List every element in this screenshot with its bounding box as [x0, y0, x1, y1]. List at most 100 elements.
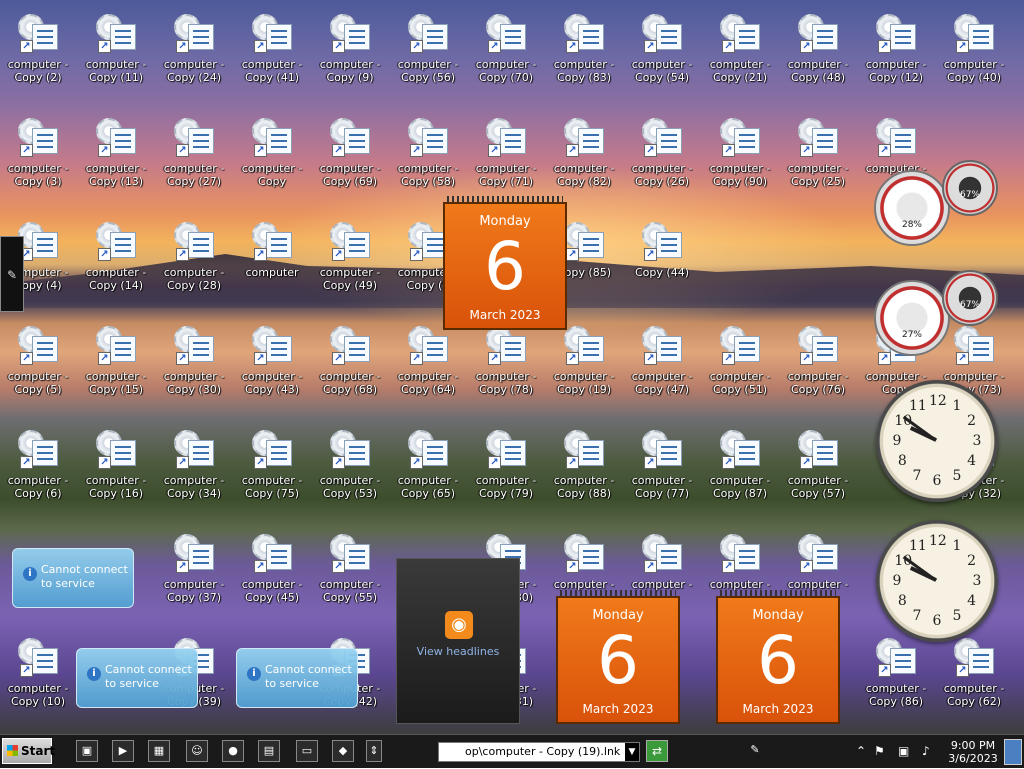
- desktop[interactable]: ↗ computer - Copy (2) ↗ computer - Copy (11…: [0, 0, 1024, 734]
- shortcut-label: computer - Copy (40): [943, 58, 1005, 84]
- desktop-shortcut[interactable]: ↗ computer - Copy (82): [546, 110, 622, 202]
- desktop-shortcut[interactable]: ↗ computer - Copy (28): [156, 214, 232, 306]
- desktop-shortcut[interactable]: ↗ computer - Copy (58): [390, 110, 466, 202]
- weather-gadget-error[interactable]: i Cannot connect to service: [236, 648, 358, 708]
- desktop-shortcut[interactable]: ↗ computer - Copy (65): [390, 422, 466, 514]
- desktop-shortcut[interactable]: ↗ computer - Copy (56): [390, 6, 466, 98]
- flag-icon[interactable]: ⚑: [874, 744, 885, 758]
- desktop-shortcut[interactable]: ↗ computer - Copy (76): [780, 318, 856, 410]
- calendar-month: March 2023: [742, 702, 814, 716]
- volume-icon[interactable]: ♪: [922, 744, 930, 758]
- cpu-meter-gadget[interactable]: 28% 67%: [874, 160, 998, 250]
- desktop-shortcut[interactable]: ↗ computer - Copy (53): [312, 422, 388, 514]
- shortcut-arrow-icon: ↗: [566, 352, 579, 365]
- network-icon[interactable]: ▣: [898, 744, 909, 758]
- calendar-gadget[interactable]: Monday 6 March 2023: [556, 590, 680, 724]
- desktop-shortcut[interactable]: ↗ computer - Copy (41): [234, 6, 310, 98]
- desktop-shortcut[interactable]: ↗ computer - Copy (71): [468, 110, 544, 202]
- calculator-icon[interactable]: ▤: [258, 740, 280, 762]
- cpu-meter-gadget[interactable]: 27% 67%: [874, 270, 998, 360]
- desktop-shortcut[interactable]: ↗ computer - Copy (90): [702, 110, 778, 202]
- desktop-shortcut[interactable]: ↗ computer - Copy (70): [468, 6, 544, 98]
- desktop-shortcut[interactable]: ↗ computer - Copy (69): [312, 110, 388, 202]
- desktop-shortcut[interactable]: ↗ computer - Copy (54): [624, 6, 700, 98]
- calendar-gadget[interactable]: Monday 6 March 2023: [716, 590, 840, 724]
- desktop-shortcut[interactable]: ↗ computer - Copy (2): [0, 6, 76, 98]
- show-desktop-button[interactable]: [1004, 739, 1022, 765]
- tray-clock[interactable]: 9:00 PM 3/6/2023: [948, 739, 998, 765]
- desktop-shortcut[interactable]: ↗ computer - Copy (68): [312, 318, 388, 410]
- address-toolbar[interactable]: op\computer - Copy (19).lnk ▼: [438, 742, 640, 762]
- notes-icon[interactable]: ✎: [744, 740, 766, 762]
- desktop-shortcut[interactable]: ↗ computer - Copy (6): [0, 422, 76, 514]
- desktop-shortcut[interactable]: ↗ computer - Copy (13): [78, 110, 154, 202]
- quicklaunch-scroll[interactable]: ⇕: [366, 740, 382, 762]
- view-headlines-link[interactable]: View headlines: [397, 645, 519, 658]
- desktop-shortcut[interactable]: ↗ computer - Copy (77): [624, 422, 700, 514]
- desktop-shortcut[interactable]: ↗ computer - Copy (14): [78, 214, 154, 306]
- desktop-shortcut[interactable]: ↗ computer - Copy (16): [78, 422, 154, 514]
- show-desktop-icon[interactable]: ▣: [76, 740, 98, 762]
- desktop-shortcut[interactable]: ↗ computer - Copy (62): [936, 630, 1012, 722]
- window-icon[interactable]: ▭: [296, 740, 318, 762]
- desktop-shortcut[interactable]: ↗ computer - Copy (9): [312, 6, 388, 98]
- desktop-shortcut[interactable]: ↗ computer - Copy (21): [702, 6, 778, 98]
- chevron-up-icon[interactable]: ⌃: [856, 744, 866, 758]
- desktop-shortcut[interactable]: ↗ computer - Copy (57): [780, 422, 856, 514]
- desktop-shortcut[interactable]: ↗ computer - Copy (12): [858, 6, 934, 98]
- desktop-shortcut[interactable]: ↗ computer - Copy (55): [312, 526, 388, 618]
- clock-gadget[interactable]: 1 2 3 4 5 6 7 8 9 10 11 12: [876, 380, 998, 502]
- desktop-shortcut[interactable]: ↗ computer - Copy (49): [312, 214, 388, 306]
- desktop-shortcut[interactable]: ↗ computer - Copy (83): [546, 6, 622, 98]
- desktop-shortcut[interactable]: ↗ computer - Copy (34): [156, 422, 232, 514]
- desktop-shortcut[interactable]: ↗ computer - Copy (15): [78, 318, 154, 410]
- desktop-shortcut[interactable]: ↗ computer - Copy (43): [234, 318, 310, 410]
- desktop-shortcut[interactable]: ↗ computer - Copy (45): [234, 526, 310, 618]
- desktop-shortcut[interactable]: ↗ computer: [234, 214, 310, 306]
- desktop-shortcut[interactable]: ↗ computer - Copy (51): [702, 318, 778, 410]
- checklist-icon: [578, 440, 604, 466]
- shortcut-arrow-icon: ↗: [722, 456, 735, 469]
- desktop-shortcut[interactable]: ↗ computer - Copy (26): [624, 110, 700, 202]
- calendar-gadget[interactable]: Monday 6 March 2023: [443, 196, 567, 330]
- desktop-shortcut[interactable]: ↗ computer - Copy (75): [234, 422, 310, 514]
- desktop-shortcut[interactable]: ↗ computer - Copy: [234, 110, 310, 202]
- desktop-shortcut[interactable]: ↗ computer - Copy (48): [780, 6, 856, 98]
- desktop-shortcut[interactable]: ↗ computer - Copy (30): [156, 318, 232, 410]
- desktop-shortcut[interactable]: ↗ computer - Copy (78): [468, 318, 544, 410]
- desktop-shortcut[interactable]: ↗ computer - Copy (3): [0, 110, 76, 202]
- desktop-shortcut[interactable]: ↗ computer - Copy (19): [546, 318, 622, 410]
- desktop-shortcut[interactable]: ↗ computer - Copy (79): [468, 422, 544, 514]
- feed-headlines-gadget[interactable]: ◉ View headlines: [396, 558, 520, 724]
- desktop-shortcut[interactable]: ↗ computer - Copy (27): [156, 110, 232, 202]
- shortcut-arrow-icon: ↗: [722, 40, 735, 53]
- chevron-down-icon[interactable]: ▼: [625, 743, 639, 761]
- shortcut-icon: ↗: [564, 326, 606, 368]
- desktop-shortcut[interactable]: ↗ computer - Copy (86): [858, 630, 934, 722]
- spreadsheet-icon[interactable]: ▦: [148, 740, 170, 762]
- desktop-shortcut[interactable]: ↗ computer - Copy (10): [0, 630, 76, 722]
- desktop-shortcut[interactable]: ↗ computer - Copy (37): [156, 526, 232, 618]
- weather-gadget-error[interactable]: i Cannot connect to service: [76, 648, 198, 708]
- go-button[interactable]: ⇄: [646, 740, 668, 762]
- desktop-shortcut[interactable]: ↗ computer - Copy (40): [936, 6, 1012, 98]
- desktop-shortcut[interactable]: ↗ computer - Copy (88): [546, 422, 622, 514]
- desktop-shortcut[interactable]: ↗ computer - Copy (5): [0, 318, 76, 410]
- messenger-icon[interactable]: ☺: [186, 740, 208, 762]
- desktop-shortcut[interactable]: ↗ computer - Copy (25): [780, 110, 856, 202]
- sidebar-tab[interactable]: ✎: [0, 236, 24, 312]
- desktop-shortcut[interactable]: ↗ computer - Copy (87): [702, 422, 778, 514]
- shortcut-arrow-icon: ↗: [254, 352, 267, 365]
- desktop-shortcut[interactable]: ↗ computer - Copy (24): [156, 6, 232, 98]
- desktop-shortcut[interactable]: ↗ Copy (44): [624, 214, 700, 306]
- desktop-shortcut[interactable]: ↗ computer - Copy (11): [78, 6, 154, 98]
- shortcut-arrow-icon: ↗: [800, 456, 813, 469]
- start-button[interactable]: Start: [2, 738, 55, 764]
- firefox-icon[interactable]: ●: [222, 740, 244, 762]
- clock-gadget[interactable]: 1 2 3 4 5 6 7 8 9 10 11 12: [876, 520, 998, 642]
- desktop-shortcut[interactable]: ↗ computer - Copy (64): [390, 318, 466, 410]
- desktop-shortcut[interactable]: ↗ computer - Copy (47): [624, 318, 700, 410]
- app-icon[interactable]: ◆: [332, 740, 354, 762]
- media-player-icon[interactable]: ▶: [112, 740, 134, 762]
- weather-gadget-error[interactable]: i Cannot connect to service: [12, 548, 134, 608]
